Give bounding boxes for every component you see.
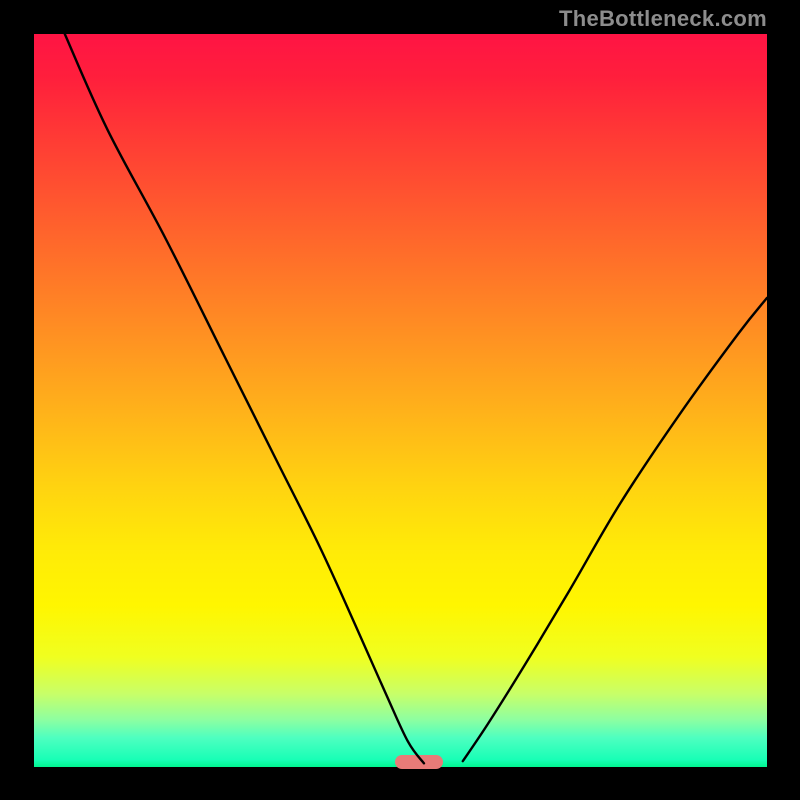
- chart-plot-area: [34, 34, 767, 767]
- image-frame: TheBottleneck.com: [0, 0, 800, 800]
- watermark-text: TheBottleneck.com: [559, 6, 767, 32]
- optimum-marker: [395, 755, 443, 769]
